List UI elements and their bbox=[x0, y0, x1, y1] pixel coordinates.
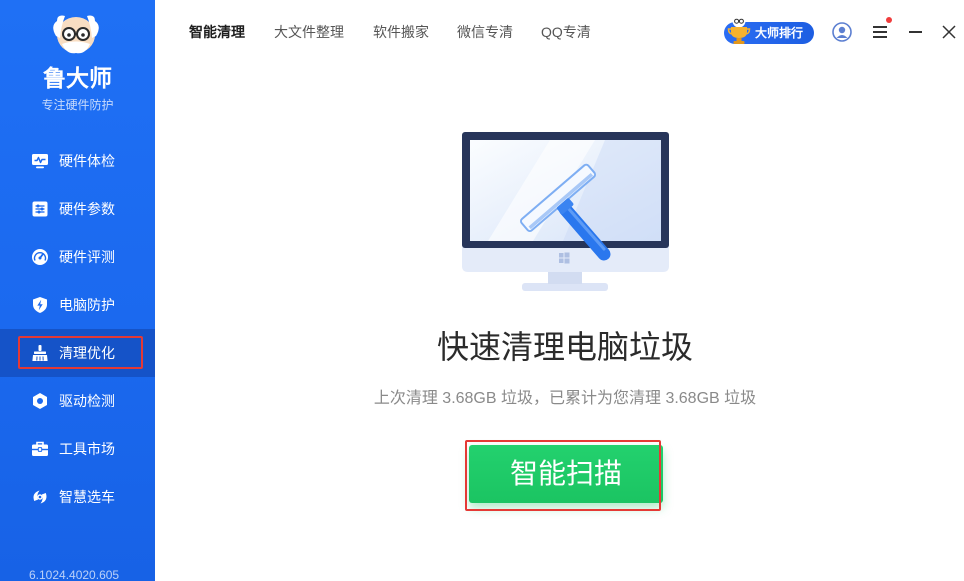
sidebar: 鲁大师 专注硬件防护 硬件体检 硬件参数 硬件评测 电脑防护 清理优化 驱动检测… bbox=[0, 0, 155, 581]
sidebar-item-label: 智慧选车 bbox=[59, 489, 115, 505]
driver-gear-icon bbox=[31, 392, 49, 410]
smart-car-icon bbox=[31, 488, 49, 506]
notification-dot bbox=[886, 17, 892, 23]
sidebar-nav: 硬件体检 硬件参数 硬件评测 电脑防护 清理优化 驱动检测 工具市场 智慧选车 bbox=[0, 137, 155, 521]
sidebar-item-clean-optimize[interactable]: 清理优化 bbox=[0, 329, 155, 377]
monitor-squeegee-illustration bbox=[462, 132, 669, 291]
tab-large-file-organize[interactable]: 大文件整理 bbox=[274, 22, 344, 42]
sidebar-item-label: 硬件评测 bbox=[59, 249, 115, 265]
clean-summary: 上次清理 3.68GB 垃圾，已累计为您清理 3.68GB 垃圾 bbox=[373, 390, 757, 407]
sidebar-item-smart-car[interactable]: 智慧选车 bbox=[0, 473, 155, 521]
sidebar-item-label: 电脑防护 bbox=[59, 297, 115, 313]
sidebar-item-hardware-checkup[interactable]: 硬件体检 bbox=[0, 137, 155, 185]
lu-dashi-mascot-icon[interactable] bbox=[48, 10, 104, 60]
toolbox-icon bbox=[31, 440, 49, 458]
trophy-icon bbox=[727, 14, 751, 44]
page-title: 快速清理电脑垃圾 bbox=[436, 329, 693, 365]
sidebar-item-pc-protection[interactable]: 电脑防护 bbox=[0, 281, 155, 329]
app-slogan: 专注硬件防护 bbox=[41, 98, 114, 112]
sidebar-item-hardware-params[interactable]: 硬件参数 bbox=[0, 185, 155, 233]
monitor-pulse-icon bbox=[31, 152, 49, 170]
sidebar-item-tool-market[interactable]: 工具市场 bbox=[0, 425, 155, 473]
sidebar-item-label: 清理优化 bbox=[59, 345, 115, 361]
user-avatar-icon[interactable] bbox=[832, 22, 852, 42]
shield-bolt-icon bbox=[31, 296, 49, 314]
speedometer-icon bbox=[31, 248, 49, 266]
smart-scan-button[interactable]: 智能扫描 bbox=[469, 445, 663, 503]
sidebar-item-hardware-benchmark[interactable]: 硬件评测 bbox=[0, 233, 155, 281]
tab-software-move[interactable]: 软件搬家 bbox=[373, 22, 429, 42]
main-menu-button[interactable] bbox=[872, 25, 888, 39]
tab-smart-clean[interactable]: 智能清理 bbox=[189, 22, 245, 42]
tab-wechat-clean[interactable]: 微信专清 bbox=[457, 22, 513, 42]
sidebar-item-label: 硬件参数 bbox=[59, 201, 115, 217]
sidebar-item-label: 驱动检测 bbox=[59, 393, 115, 409]
minimize-icon bbox=[909, 31, 922, 33]
app-name: 鲁大师 bbox=[43, 65, 112, 91]
app-version: 6.1024.4020.605 bbox=[29, 569, 120, 581]
broom-icon bbox=[31, 344, 49, 362]
parameter-list-icon bbox=[31, 200, 49, 218]
sidebar-item-driver-detect[interactable]: 驱动检测 bbox=[0, 377, 155, 425]
tab-qq-clean[interactable]: QQ专清 bbox=[541, 22, 591, 42]
sidebar-item-label: 硬件体检 bbox=[59, 153, 115, 169]
rank-badge-button[interactable]: 大师排行 bbox=[724, 14, 814, 44]
sidebar-item-label: 工具市场 bbox=[59, 441, 115, 457]
minimize-button[interactable] bbox=[906, 24, 924, 40]
rank-badge-label: 大师排行 bbox=[755, 26, 804, 40]
close-icon[interactable] bbox=[941, 24, 957, 40]
